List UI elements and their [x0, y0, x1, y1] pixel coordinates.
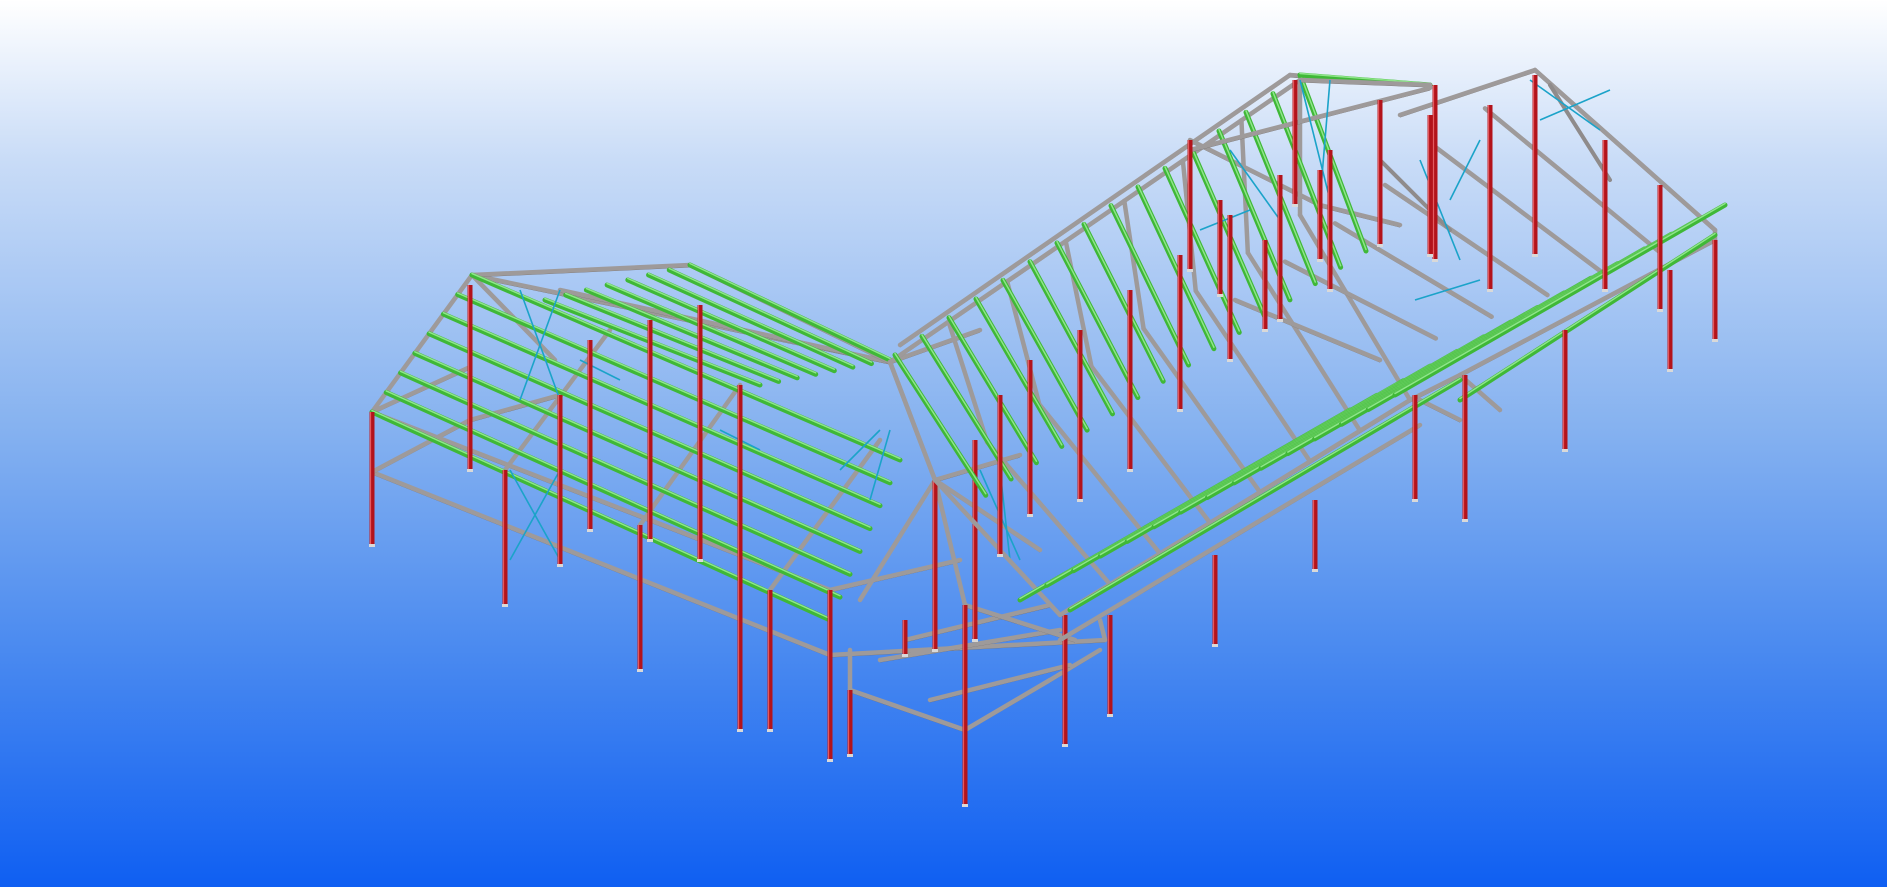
column-base-plate: [1292, 204, 1298, 207]
roof-purlin[interactable]: [604, 282, 819, 377]
column-base-plate: [1327, 289, 1333, 292]
steel-beam[interactable]: [1382, 182, 1550, 298]
column-base-plate: [697, 559, 703, 562]
roof-purlin-highlight[interactable]: [1083, 222, 1164, 381]
steel-beam[interactable]: [1432, 144, 1606, 276]
column-base-plate: [1657, 309, 1663, 312]
column-base-plate: [1532, 254, 1538, 257]
steel-beam[interactable]: [1047, 647, 1103, 683]
roof-purlin-highlight[interactable]: [1459, 232, 1716, 400]
column-base-plate: [1317, 259, 1323, 262]
column-base-plate: [1667, 369, 1673, 372]
column-base-plate: [1602, 289, 1608, 292]
gable-rafter-brace[interactable]: [1548, 83, 1612, 182]
steel-beam[interactable]: [1193, 288, 1313, 464]
steel-beam[interactable]: [1532, 67, 1718, 233]
column-base-plate: [1177, 409, 1183, 412]
column-base-plate: [997, 554, 1003, 557]
cross-bracing[interactable]: [1414, 279, 1481, 301]
column-base-plate: [1377, 244, 1383, 247]
roof-purlin-highlight[interactable]: [1002, 278, 1088, 430]
column-base-plate: [972, 639, 978, 642]
column-base-plate: [737, 729, 743, 732]
roof-purlin-highlight[interactable]: [606, 282, 817, 374]
roof-purlin-highlight[interactable]: [385, 390, 841, 597]
column-base-plate: [1462, 519, 1468, 522]
roof-purlin-highlight[interactable]: [414, 351, 861, 551]
column-base-plate: [587, 529, 593, 532]
steel-beam[interactable]: [1097, 617, 1108, 643]
steel-beam[interactable]: [946, 319, 990, 445]
column-base-plate: [1212, 644, 1218, 647]
column-base-plate: [637, 669, 643, 672]
roof-purlin[interactable]: [1392, 202, 1728, 398]
steel-beam[interactable]: [1282, 259, 1439, 341]
steel-beam[interactable]: [1482, 106, 1662, 254]
column-base-plate: [1427, 254, 1433, 257]
column-base-plate: [1187, 269, 1193, 272]
gable-rafter-brace[interactable]: [1378, 158, 1452, 232]
column-base-plate: [847, 754, 853, 757]
steel-beam[interactable]: [1057, 422, 1423, 643]
steel-beam[interactable]: [1297, 212, 1413, 403]
roof-purlin-highlight[interactable]: [1394, 202, 1726, 395]
column-base-plate: [932, 649, 938, 652]
column-base-plate: [1107, 714, 1113, 717]
steel-beam[interactable]: [469, 262, 693, 278]
column-base-plate: [1432, 259, 1438, 262]
column-base-plate: [1027, 514, 1033, 517]
column-base-plate: [557, 564, 563, 567]
3d-model-viewport[interactable]: [0, 0, 1887, 887]
cross-bracing[interactable]: [1419, 159, 1461, 261]
cross-bracing[interactable]: [1229, 149, 1281, 221]
cross-bracing[interactable]: [1449, 139, 1481, 201]
column-base-plate: [647, 539, 653, 542]
cross-bracing[interactable]: [1529, 79, 1601, 131]
column-base-plate: [467, 469, 473, 472]
column-base-plate: [767, 729, 773, 732]
column-base-plate: [902, 654, 908, 657]
column-base-plate: [1077, 499, 1083, 502]
roof-purlin-highlight[interactable]: [371, 409, 831, 620]
roof-purlin[interactable]: [369, 409, 833, 623]
column-base-plate: [1277, 319, 1283, 322]
steel-beam[interactable]: [1297, 77, 1433, 88]
column-base-plate: [1712, 339, 1718, 342]
column-base-plate: [369, 544, 375, 547]
roof-purlin-highlight[interactable]: [1029, 259, 1114, 414]
column-base-plate: [1262, 329, 1268, 332]
steel-frame-3d-model[interactable]: [0, 0, 1887, 887]
roof-purlin-highlight[interactable]: [894, 352, 987, 495]
column-base-plate: [1312, 569, 1318, 572]
steel-beam[interactable]: [1141, 326, 1263, 495]
roof-purlin[interactable]: [892, 352, 989, 498]
column-base-plate: [1412, 499, 1418, 502]
column-base-plate: [502, 604, 508, 607]
column-base-plate: [1227, 359, 1233, 362]
column-base-plate: [1127, 469, 1133, 472]
column-base-plate: [1562, 449, 1568, 452]
column-base-plate: [1062, 744, 1068, 747]
column-base-plate: [962, 804, 968, 807]
column-base-plate: [1487, 289, 1493, 292]
column-base-plate: [827, 759, 833, 762]
roof-purlin-highlight[interactable]: [1137, 184, 1215, 348]
steel-beam[interactable]: [1417, 397, 1463, 423]
column-base-plate: [1217, 294, 1223, 297]
